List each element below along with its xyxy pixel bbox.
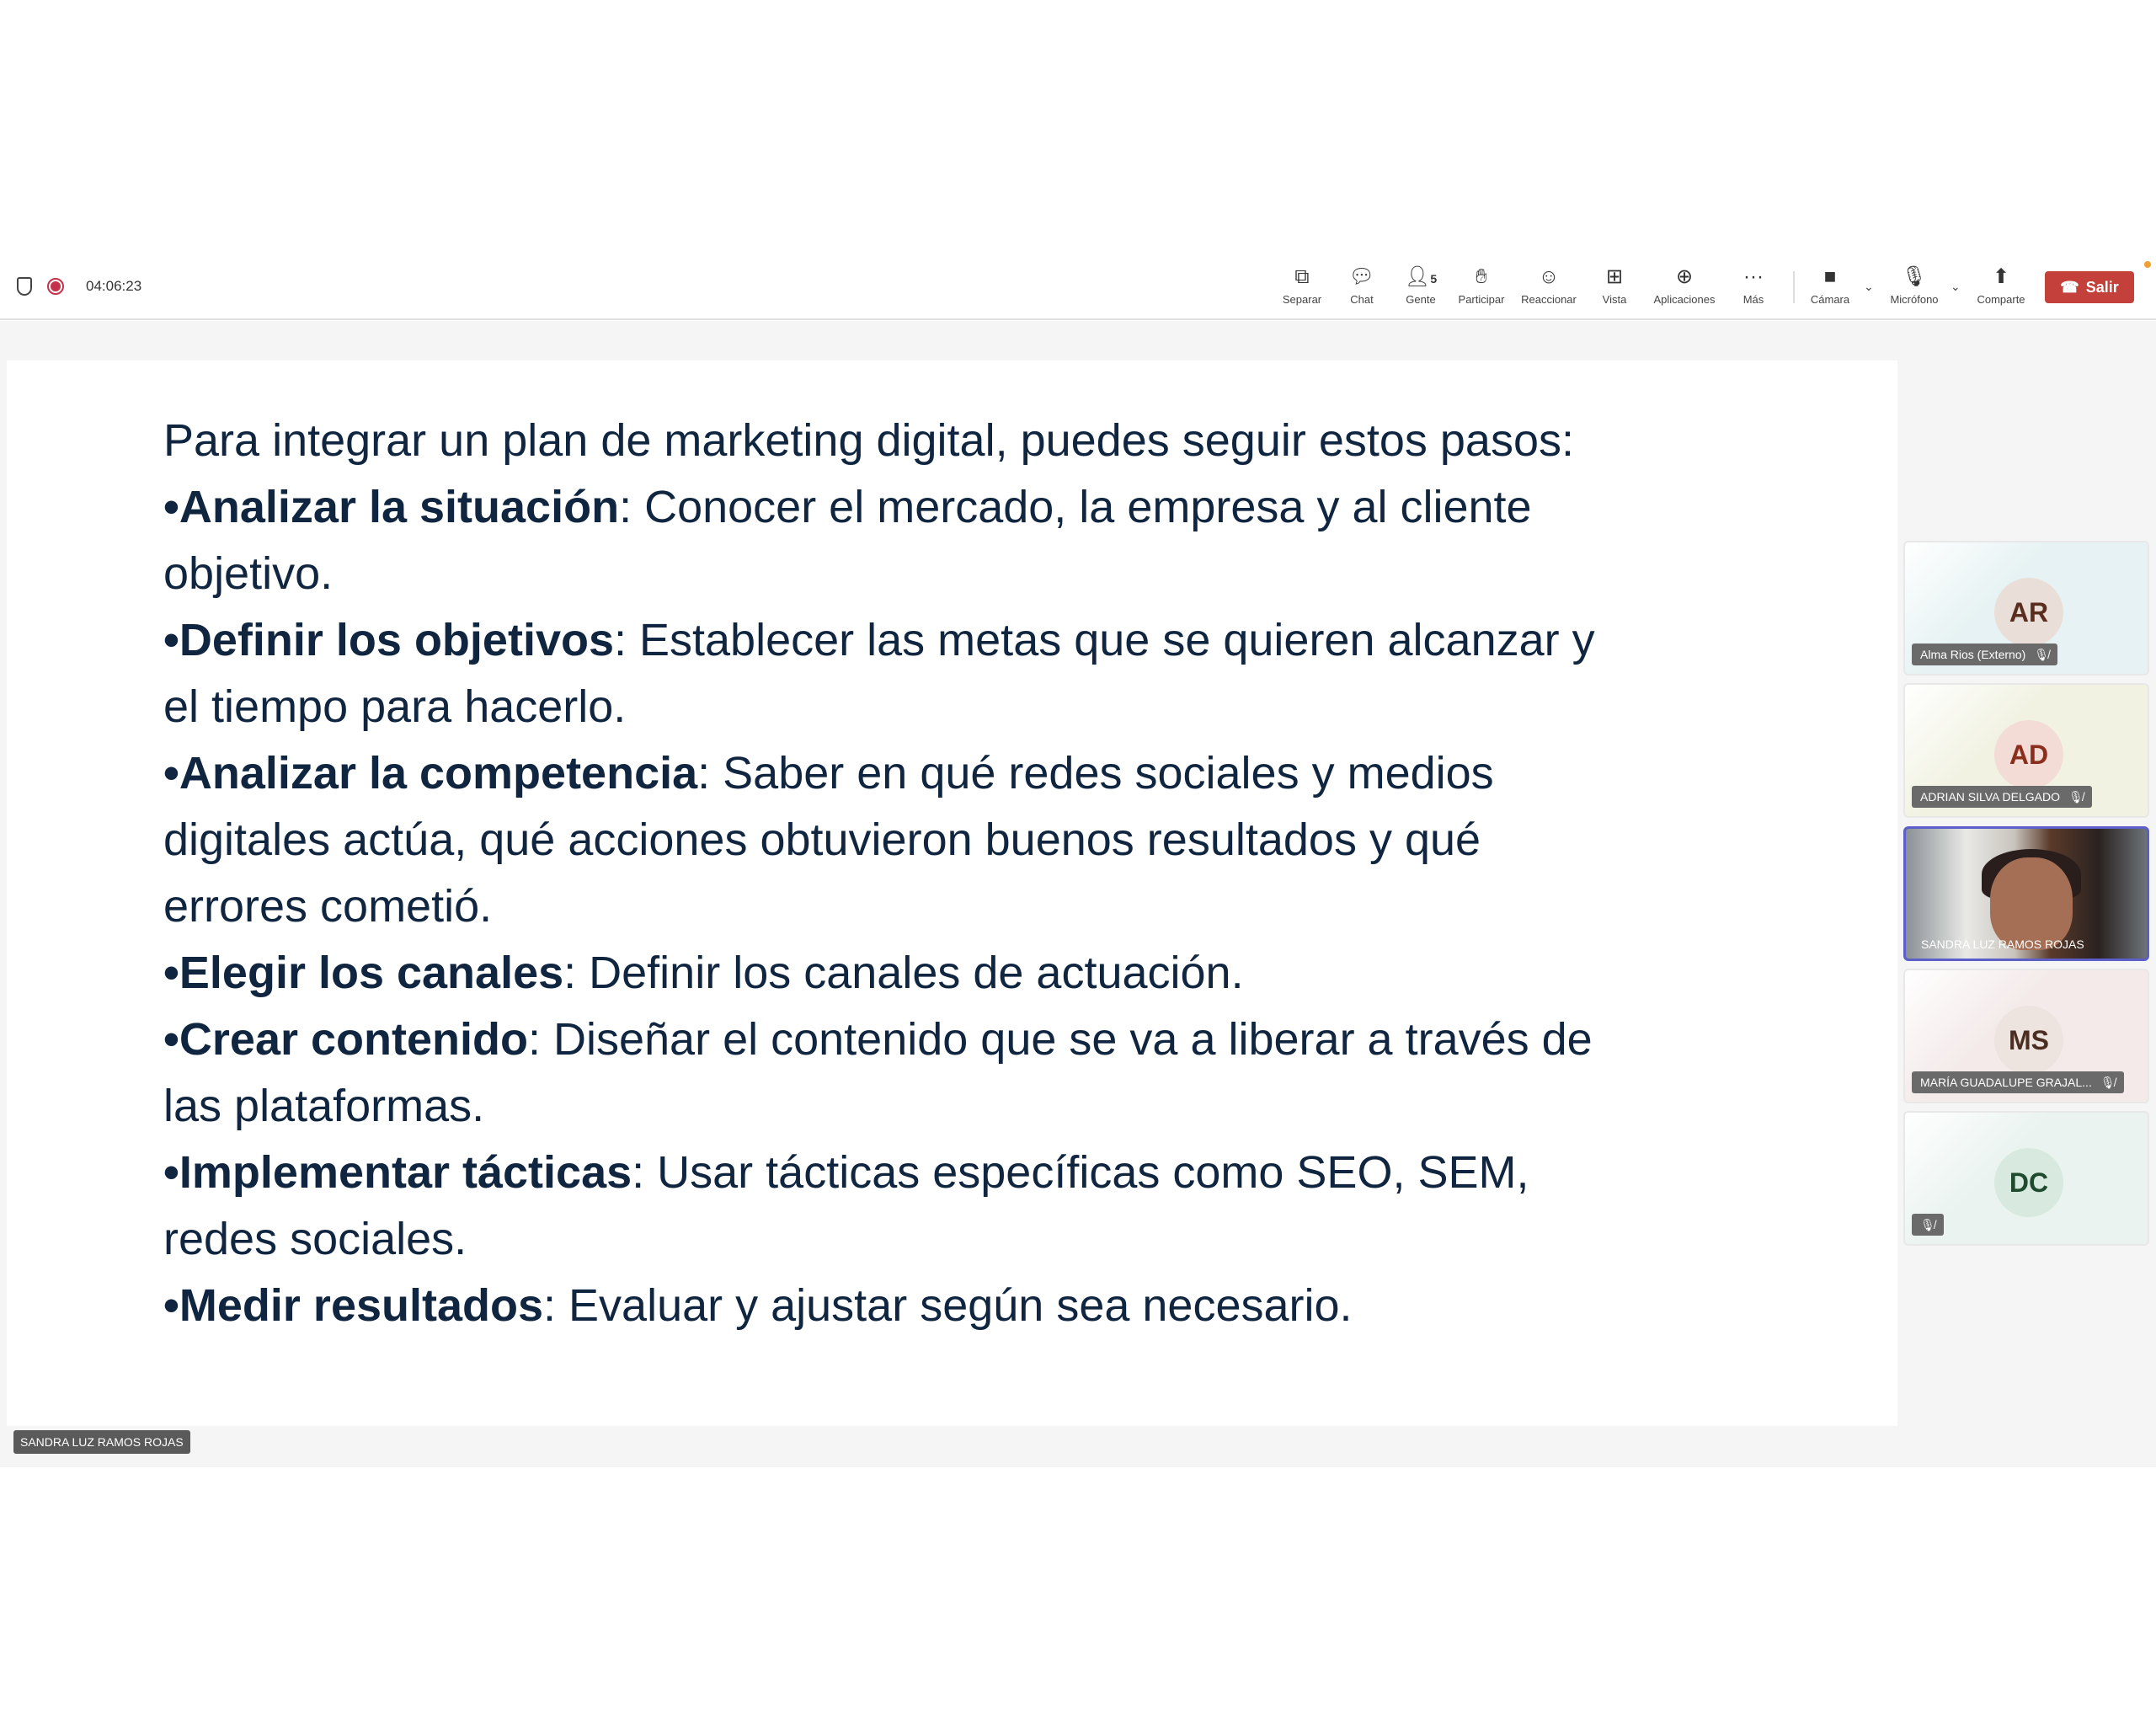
bullet-term: •Analizar la competencia <box>163 748 698 798</box>
bullet-text: : Conocer el mercado, la empresa y al cl… <box>619 482 1532 532</box>
toolbar-reaccionar-button[interactable]: ☺ Reaccionar <box>1511 264 1587 306</box>
participant-name: Alma Rios (Externo) <box>1920 648 2026 661</box>
slide-bullet: •Analizar la situación: Conocer el merca… <box>163 474 1595 541</box>
mic-off-icon: 🎙︎̸ <box>1920 1218 1935 1231</box>
bullet-term: •Medir resultados <box>163 1280 544 1331</box>
toolbar-microfono-button[interactable]: 🎙︎ Micrófono <box>1876 264 1952 306</box>
mic-off-icon: 🎙︎ <box>1901 265 1928 288</box>
toolbar-label: Participar <box>1458 293 1505 306</box>
slide-bullet: •Medir resultados: Evaluar y ajustar seg… <box>163 1273 1595 1339</box>
slide-bullet: •Crear contenido: Diseñar el contenido q… <box>163 1007 1595 1073</box>
raise-hand-icon: ✋︎ <box>1476 265 1487 288</box>
participant-name-tag: MARÍA GUADALUPE GRAJAL... 🎙︎̸ <box>1912 1071 2124 1093</box>
participant-name: SANDRA LUZ RAMOS ROJAS <box>1921 937 2084 951</box>
shield-icon <box>17 277 32 296</box>
bullet-term: •Definir los objetivos <box>163 615 614 665</box>
bullet-term: •Elegir los canales <box>163 948 564 998</box>
avatar: MS <box>1994 1006 2063 1075</box>
toolbar-divider <box>1793 271 1795 303</box>
toolbar-aplicaciones-button[interactable]: ⊕ Aplicaciones <box>1646 264 1722 306</box>
camera-options-chevron-icon[interactable]: ⌄ <box>1864 280 1874 294</box>
toolbar-label: Cámara <box>1810 293 1850 306</box>
bullet-text: : Evaluar y ajustar según sea necesario. <box>543 1280 1353 1331</box>
leave-button[interactable]: ☎ Salir <box>2045 271 2134 303</box>
slide-bullet: •Implementar tácticas: Usar tácticas esp… <box>163 1140 1595 1206</box>
bullet-term: •Crear contenido <box>163 1014 528 1065</box>
slide-intro: Para integrar un plan de marketing digit… <box>163 415 1575 466</box>
share-icon: ⬆ <box>1992 265 2010 288</box>
meeting-stage: Para integrar un plan de marketing digit… <box>0 321 2156 1467</box>
toolbar-label: Aplicaciones <box>1653 293 1716 306</box>
participant-name-tag: 🎙︎̸ <box>1912 1214 1944 1236</box>
slide-content: Para integrar un plan de marketing digit… <box>163 408 1595 1339</box>
slide-bullet-continuation: objetivo. <box>163 548 334 599</box>
bullet-text: : Usar tácticas específicas como SEO, SE… <box>632 1147 1529 1198</box>
smiley-icon: ☺ <box>1538 265 1560 288</box>
mic-options-chevron-icon[interactable]: ⌄ <box>1951 280 1961 294</box>
toolbar-comparte-button[interactable]: ⬆ Comparte <box>1963 264 2039 306</box>
people-count: 5 <box>1430 272 1438 286</box>
more-icon: ··· <box>1743 265 1764 288</box>
avatar: DC <box>1994 1148 2063 1217</box>
camera-off-icon: ■ <box>1823 265 1837 288</box>
participant-name: ADRIAN SILVA DELGADO <box>1920 790 2060 804</box>
recording-icon <box>47 278 64 295</box>
mic-off-icon: 🎙︎̸ <box>2068 790 2084 804</box>
slide-bullet: •Definir los objetivos: Establecer las m… <box>163 607 1595 674</box>
shared-slide: Para integrar un plan de marketing digit… <box>7 360 1897 1426</box>
toolbar-label: Reaccionar <box>1521 293 1577 306</box>
bullet-text: : Diseñar el contenido que se va a liber… <box>527 1014 1593 1065</box>
toolbar-label: Más <box>1742 293 1764 306</box>
bullet-text: : Establecer las metas que se quieren al… <box>614 615 1595 665</box>
meeting-toolbar: 04:06:23 ⧉ Separar 💬︎ Chat 👤︎5 Gente ✋︎ Partici… <box>0 253 2156 320</box>
participant-name-tag: SANDRA LUZ RAMOS ROJAS <box>1913 933 2093 955</box>
grid-view-icon: ⊞ <box>1605 265 1624 288</box>
participant-tile[interactable]: SANDRA LUZ RAMOS ROJAS <box>1903 826 2149 961</box>
participant-tile[interactable]: AR Alma Rios (Externo) 🎙︎̸ <box>1903 541 2149 676</box>
bullet-text: : Saber en qué redes sociales y medios <box>697 748 1494 798</box>
toolbar-camara-button[interactable]: ■ Cámara <box>1792 264 1868 306</box>
bullet-term: •Implementar tácticas <box>163 1147 632 1198</box>
toolbar-label: Vista <box>1602 293 1627 306</box>
slide-bullet-continuation: las plataformas. <box>163 1081 485 1131</box>
avatar: AR <box>1994 578 2063 647</box>
participant-name-tag: Alma Rios (Externo) 🎙︎̸ <box>1912 644 2058 665</box>
bullet-term: •Analizar la situación <box>163 482 620 532</box>
hang-up-icon: ☎ <box>2060 278 2079 296</box>
notification-dot <box>2144 261 2151 268</box>
toolbar-mas-button[interactable]: ··· Más <box>1716 264 1791 306</box>
slide-bullet-continuation: el tiempo para hacerlo. <box>163 681 627 732</box>
slide-bullet: •Elegir los canales: Definir los canales… <box>163 940 1595 1007</box>
slide-bullet-continuation: digitales actúa, qué acciones obtuvieron… <box>163 814 1481 865</box>
bullet-text: : Definir los canales de actuación. <box>563 948 1244 998</box>
participant-tile[interactable]: AD ADRIAN SILVA DELGADO 🎙︎̸ <box>1903 683 2149 818</box>
slide-bullet: •Analizar la competencia: Saber en qué r… <box>163 740 1595 807</box>
meeting-timer: 04:06:23 <box>86 278 142 294</box>
participant-name: MARÍA GUADALUPE GRAJAL... <box>1920 1076 2092 1089</box>
toolbar-label: Comparte <box>1977 293 2025 306</box>
participant-tile[interactable]: DC 🎙︎̸ <box>1903 1111 2149 1246</box>
mic-off-icon: 🎙︎̸ <box>2100 1076 2116 1089</box>
toolbar-vista-button[interactable]: ⊞ Vista <box>1577 264 1652 306</box>
slide-bullet-continuation: redes sociales. <box>163 1214 467 1264</box>
toolbar-participar-button[interactable]: ✋︎ Participar <box>1444 264 1519 306</box>
presenter-name-tag: SANDRA LUZ RAMOS ROJAS <box>13 1430 190 1454</box>
participant-tile[interactable]: MS MARÍA GUADALUPE GRAJAL... 🎙︎̸ <box>1903 969 2149 1103</box>
add-app-icon: ⊕ <box>1675 265 1694 288</box>
slide-bullet-continuation: errores cometió. <box>163 881 493 932</box>
avatar: AD <box>1994 720 2063 789</box>
participant-name-tag: ADRIAN SILVA DELGADO 🎙︎̸ <box>1912 786 2092 808</box>
mic-off-icon: 🎙︎̸ <box>2034 648 2050 661</box>
toolbar-label: Micrófono <box>1890 293 1939 306</box>
